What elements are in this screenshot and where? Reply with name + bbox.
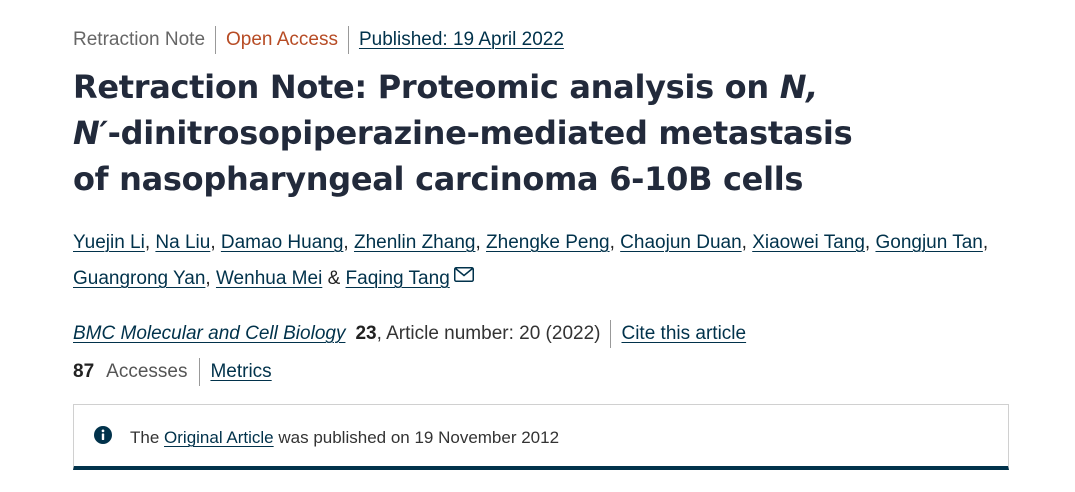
author-link[interactable]: Xiaowei Tang bbox=[752, 232, 865, 253]
author-link[interactable]: Zhenlin Zhang bbox=[354, 232, 475, 253]
metrics-wrap: Metrics bbox=[199, 358, 272, 386]
author-link[interactable]: Na Liu bbox=[155, 232, 210, 253]
article-title: Retraction Note: Proteomic analysis on N… bbox=[73, 64, 873, 202]
open-access-badge: Open Access bbox=[215, 26, 348, 54]
published-date-wrap: Published: 19 April 2022 bbox=[347, 26, 574, 54]
author-separator: , bbox=[210, 232, 221, 253]
author-link[interactable]: Yuejin Li bbox=[73, 232, 145, 253]
author-list: Yuejin Li, Na Liu, Damao Huang, Zhenlin … bbox=[73, 226, 1013, 296]
accesses-label: Accesses bbox=[106, 361, 188, 382]
cite-wrap: Cite this article bbox=[610, 320, 746, 348]
journal-wrap: BMC Molecular and Cell Biology bbox=[73, 320, 345, 348]
accesses-count: 87 bbox=[73, 361, 95, 382]
author-link[interactable]: Chaojun Duan bbox=[620, 232, 741, 253]
article-meta: Retraction Note Open Access Published: 1… bbox=[73, 26, 1013, 54]
metrics-link[interactable]: Metrics bbox=[210, 361, 271, 382]
notice-prefix: The bbox=[130, 428, 165, 447]
author-separator: , bbox=[609, 232, 621, 253]
author-link[interactable]: Wenhua Mei bbox=[216, 268, 322, 289]
author-separator: , bbox=[205, 268, 216, 289]
article-header: Retraction Note Open Access Published: 1… bbox=[73, 26, 1013, 470]
article-number: , Article number: 20 (2022) bbox=[376, 323, 601, 344]
title-part-2: -dinitrosopiperazine-mediated metastasis… bbox=[73, 114, 853, 198]
author-separator: , bbox=[864, 232, 876, 253]
published-date-link[interactable]: Published: 19 April 2022 bbox=[359, 29, 564, 50]
author-link[interactable]: Guangrong Yan bbox=[73, 268, 205, 289]
author-link[interactable]: Gongjun Tan bbox=[875, 232, 982, 253]
author-separator: , bbox=[475, 232, 487, 253]
article-metrics: 87 Accesses Metrics bbox=[73, 358, 1013, 386]
original-article-notice: The Original Article was published on 19… bbox=[73, 404, 1009, 470]
cite-article-link[interactable]: Cite this article bbox=[621, 323, 746, 344]
author-separator-and: & bbox=[322, 268, 346, 289]
author-separator: , bbox=[741, 232, 753, 253]
notice-suffix: was published on 19 November 2012 bbox=[273, 428, 560, 447]
title-part-1: Retraction Note: Proteomic analysis on bbox=[73, 68, 780, 106]
author-link[interactable]: Damao Huang bbox=[221, 232, 344, 253]
author-separator: , bbox=[343, 232, 354, 253]
author-link-corresponding[interactable]: Faqing Tang bbox=[346, 268, 450, 289]
author-separator: , bbox=[144, 232, 156, 253]
journal-volume: 23 bbox=[355, 323, 377, 344]
notice-text: The Original Article was published on 19… bbox=[130, 425, 559, 451]
article-type: Retraction Note bbox=[73, 29, 206, 50]
author-separator: , bbox=[982, 232, 989, 253]
journal-info: BMC Molecular and Cell Biology 23 , Arti… bbox=[73, 320, 1013, 348]
journal-link[interactable]: BMC Molecular and Cell Biology bbox=[73, 323, 345, 344]
info-icon bbox=[94, 426, 112, 449]
mail-icon[interactable] bbox=[453, 260, 474, 294]
original-article-link[interactable]: Original Article bbox=[164, 428, 274, 447]
author-link[interactable]: Zhengke Peng bbox=[486, 232, 610, 253]
